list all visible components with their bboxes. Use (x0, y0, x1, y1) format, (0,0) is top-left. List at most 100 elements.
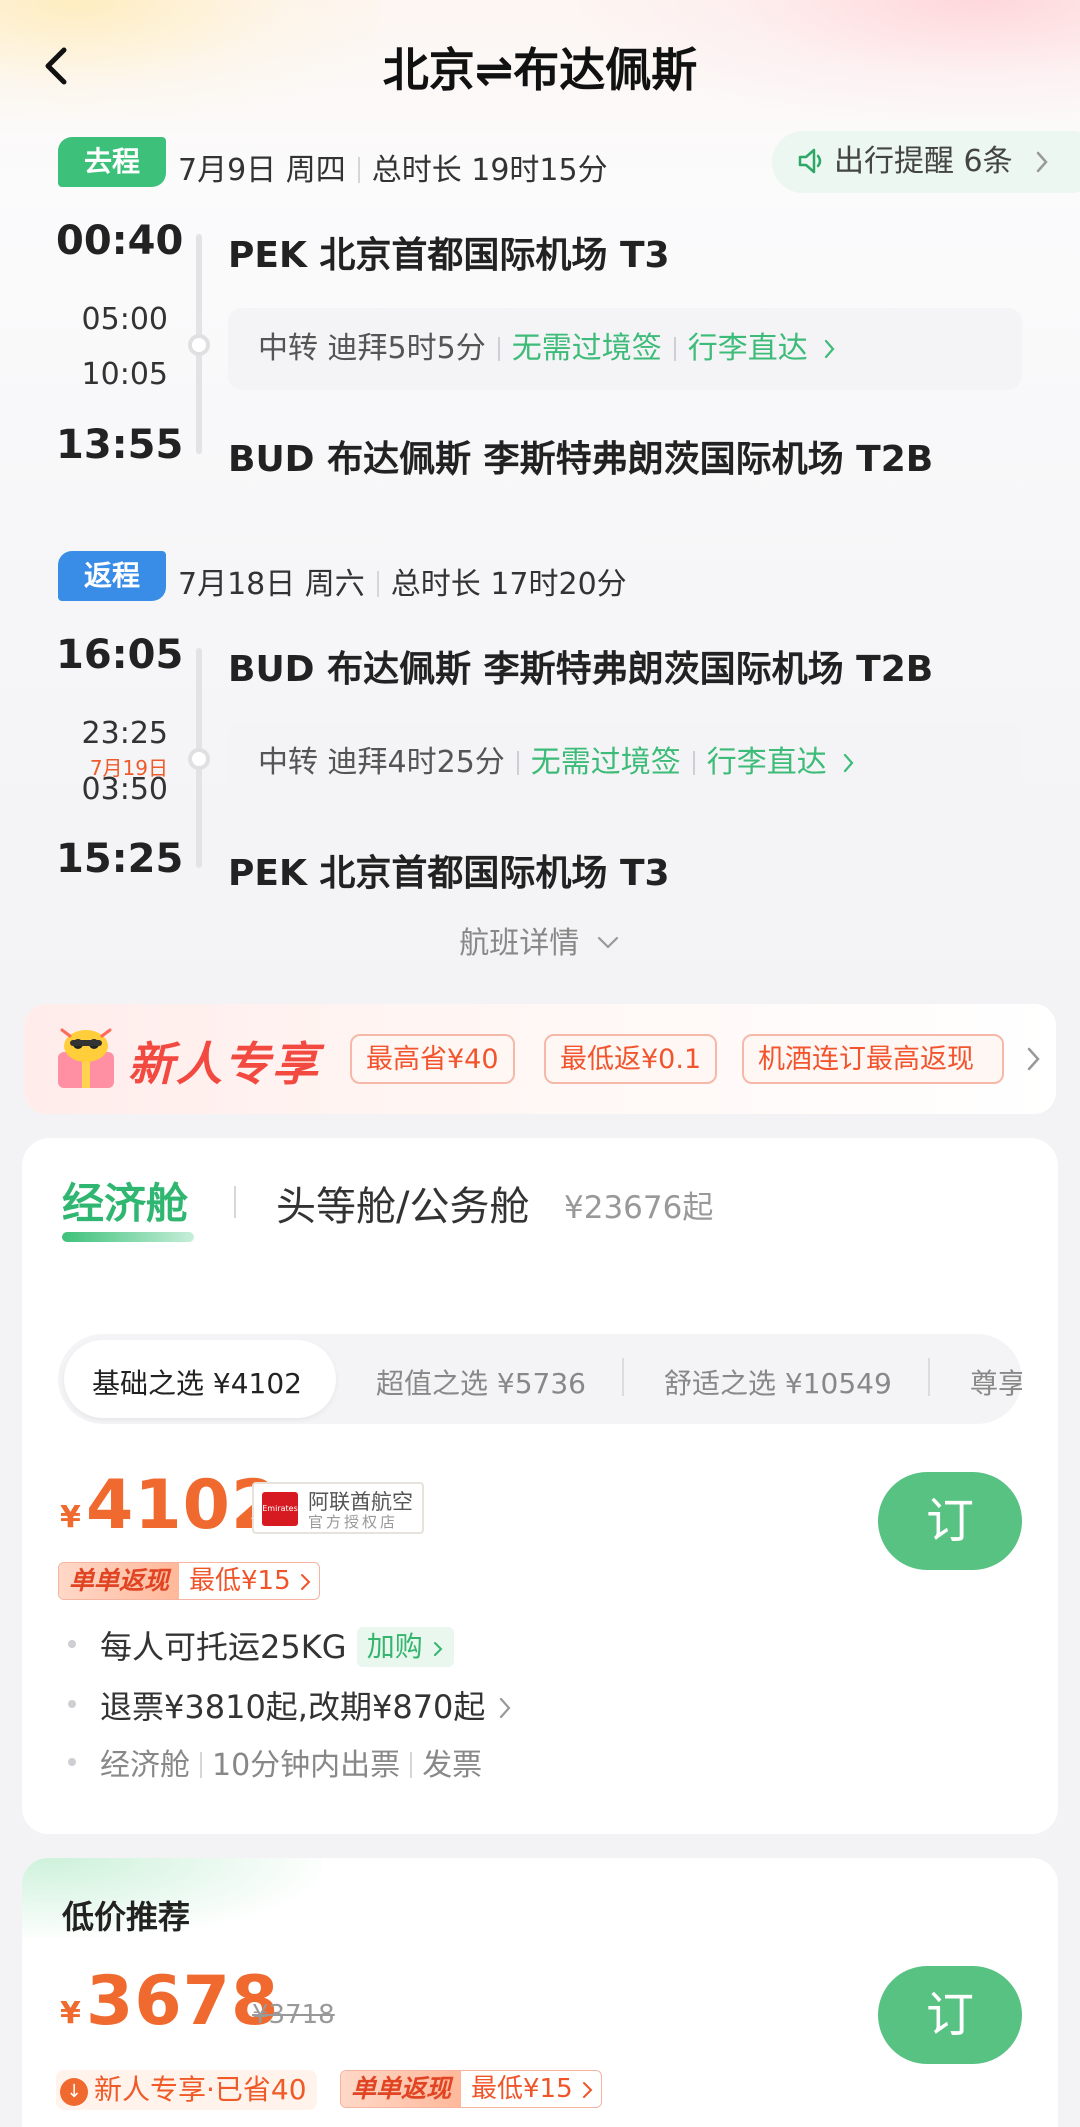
divider (376, 571, 379, 597)
bullet-dot (68, 1758, 76, 1766)
new-user-banner[interactable]: 新人专享 最高省¥40 最低返¥0.1 机酒连订最高返现 (24, 1004, 1056, 1114)
chevron-right-icon (300, 1574, 311, 1590)
outbound-arrive-airport: BUD 布达佩斯 李斯特弗朗茨国际机场 T2B (228, 439, 934, 480)
chevron-down-icon (597, 936, 618, 949)
inbound-transfer-depart: 03:50 (81, 772, 168, 807)
refund-info[interactable]: 退票¥3810起,改期¥870起 (100, 1682, 514, 1728)
outbound-meta: 7月9日 周四 总时长 19时15分 (178, 145, 608, 189)
ticket-notes: 经济舱 10分钟内出票 发票 (100, 1740, 482, 1784)
ticketing-note: 10分钟内出票 (212, 1748, 401, 1783)
airline-logo: Emirates (262, 1492, 298, 1526)
outbound-depart-airport: PEK 北京首都国际机场 T3 (228, 235, 670, 276)
addon-label: 加购 (366, 1630, 423, 1663)
inbound-meta: 7月18日 周六 总时长 17时20分 (178, 559, 627, 603)
promo-chip: 最高省¥40 (350, 1034, 515, 1084)
chevron-right-icon (844, 753, 854, 773)
arrow-down-icon: ↓ (60, 2078, 88, 2106)
fare-tab-value[interactable]: 超值之选 ¥5736 (376, 1362, 586, 1402)
chevron-right-icon (825, 339, 835, 359)
inbound-transfer-arrive: 23:25 (81, 716, 168, 751)
inbound-arrive-airport: PEK 北京首都国际机场 T3 (228, 853, 670, 894)
offer-price: 4102 (86, 1466, 280, 1545)
book-button[interactable]: 订 (878, 1966, 1022, 2064)
tab-first-business[interactable]: 头等舱/公务舱 (276, 1174, 529, 1232)
mascot-icon (52, 1022, 120, 1092)
chevron-right-icon (433, 1642, 443, 1656)
flight-detail-link[interactable]: 航班详情 (0, 918, 1080, 962)
outbound-transfer-arrive: 05:00 (81, 302, 168, 337)
bullet-dot (68, 1700, 76, 1708)
original-price: ¥3718 (252, 2000, 335, 2030)
inbound-transfer-info[interactable]: 中转 迪拜4时25分 无需过境签 行李直达 (228, 722, 1022, 804)
inbound-depart-airport: BUD 布达佩斯 李斯特弗朗茨国际机场 T2B (228, 649, 934, 690)
tab-economy[interactable]: 经济舱 (62, 1170, 188, 1231)
flight-detail-label: 航班详情 (459, 926, 580, 961)
timeline-dot (188, 748, 210, 770)
fare-tab-label: 基础之选 (92, 1367, 205, 1400)
tab-underline (62, 1232, 194, 1242)
fare-tab-comfort[interactable]: 舒适之选 ¥10549 (664, 1362, 892, 1402)
outbound-tag: 去程 (58, 137, 166, 187)
cashback-label: 单单返现 (59, 1563, 180, 1599)
chevron-right-icon (1027, 1047, 1040, 1071)
bullet-dot (68, 1640, 76, 1648)
fare-tab-premium[interactable]: 尊享 (970, 1362, 1022, 1402)
travel-reminder[interactable]: 出行提醒 6条 (772, 131, 1080, 193)
divider (928, 1358, 930, 1396)
visa-text: 无需过境签 (530, 745, 681, 780)
invoice-note: 发票 (422, 1748, 483, 1783)
fare-tab-price: ¥5736 (496, 1367, 586, 1400)
luggage-text: 行李直达 (687, 331, 808, 366)
divider (234, 1186, 236, 1218)
outbound-depart-time: 00:40 (56, 218, 184, 264)
cashback-badge[interactable]: 单单返现 最低¥15 (340, 2070, 602, 2108)
divider (357, 157, 360, 183)
cashback-value: 最低¥15 (471, 2074, 573, 2104)
inbound-depart-time: 16:05 (56, 632, 184, 678)
cabin-note: 经济舱 (100, 1748, 190, 1783)
banner-title: 新人专享 (128, 1037, 320, 1091)
cashback-label: 单单返现 (341, 2071, 462, 2107)
chevron-right-icon (1036, 151, 1048, 173)
refund-text: 退票¥3810起,改期¥870起 (100, 1688, 486, 1726)
fare-tab-label: 舒适之选 (664, 1367, 777, 1400)
fare-tab-label: 超值之选 (376, 1367, 489, 1400)
divider (673, 337, 676, 361)
promo-chip: 最低返¥0.1 (544, 1034, 718, 1084)
fare-tab-basic[interactable]: 基础之选 ¥4102 (92, 1362, 302, 1402)
speaker-icon (798, 148, 822, 174)
new-user-saving-text: 新人专享·已省40 (94, 2073, 307, 2106)
timeline-dot (188, 334, 210, 356)
fare-tab-label: 尊享 (970, 1367, 1022, 1400)
chevron-right-icon (499, 1697, 511, 1719)
outbound-duration: 总时长 19时15分 (371, 153, 608, 188)
reminder-text: 出行提醒 6条 (834, 144, 1013, 179)
promo-chip: 机酒连订最高返现 (742, 1034, 1004, 1084)
cashback-value: 最低¥15 (189, 1566, 291, 1596)
cashback-badge[interactable]: 单单返现 最低¥15 (58, 1562, 320, 1600)
inbound-tag: 返程 (58, 551, 166, 601)
fare-tab-price: ¥4102 (212, 1367, 302, 1400)
divider (692, 751, 695, 775)
inbound-date: 7月18日 周六 (178, 567, 365, 602)
divider (200, 1752, 202, 1778)
new-user-saving: ↓ 新人专享·已省40 (56, 2070, 317, 2110)
divider (497, 337, 500, 361)
outbound-transfer-info[interactable]: 中转 迪拜5时5分 无需过境签 行李直达 (228, 308, 1022, 390)
luggage-text: 行李直达 (706, 745, 827, 780)
outbound-date: 7月9日 周四 (178, 153, 346, 188)
divider (622, 1358, 624, 1396)
airline-sub: 官方授权店 (308, 1513, 399, 1531)
outbound-transfer-depart: 10:05 (81, 357, 168, 392)
airline-badge: Emirates 阿联酋航空 官方授权店 (252, 1482, 424, 1534)
inbound-duration: 总时长 17时20分 (390, 567, 627, 602)
baggage-info: 每人可托运25KG 加购 (100, 1622, 454, 1668)
currency-symbol: ¥ (60, 1996, 81, 2031)
book-button[interactable]: 订 (878, 1472, 1022, 1570)
addon-button[interactable]: 加购 (356, 1627, 454, 1667)
divider (410, 1752, 413, 1778)
inbound-arrive-time: 15:25 (56, 836, 184, 882)
fare-tab-price: ¥10549 (784, 1367, 892, 1400)
outbound-arrive-time: 13:55 (56, 422, 184, 468)
divider (516, 751, 519, 775)
